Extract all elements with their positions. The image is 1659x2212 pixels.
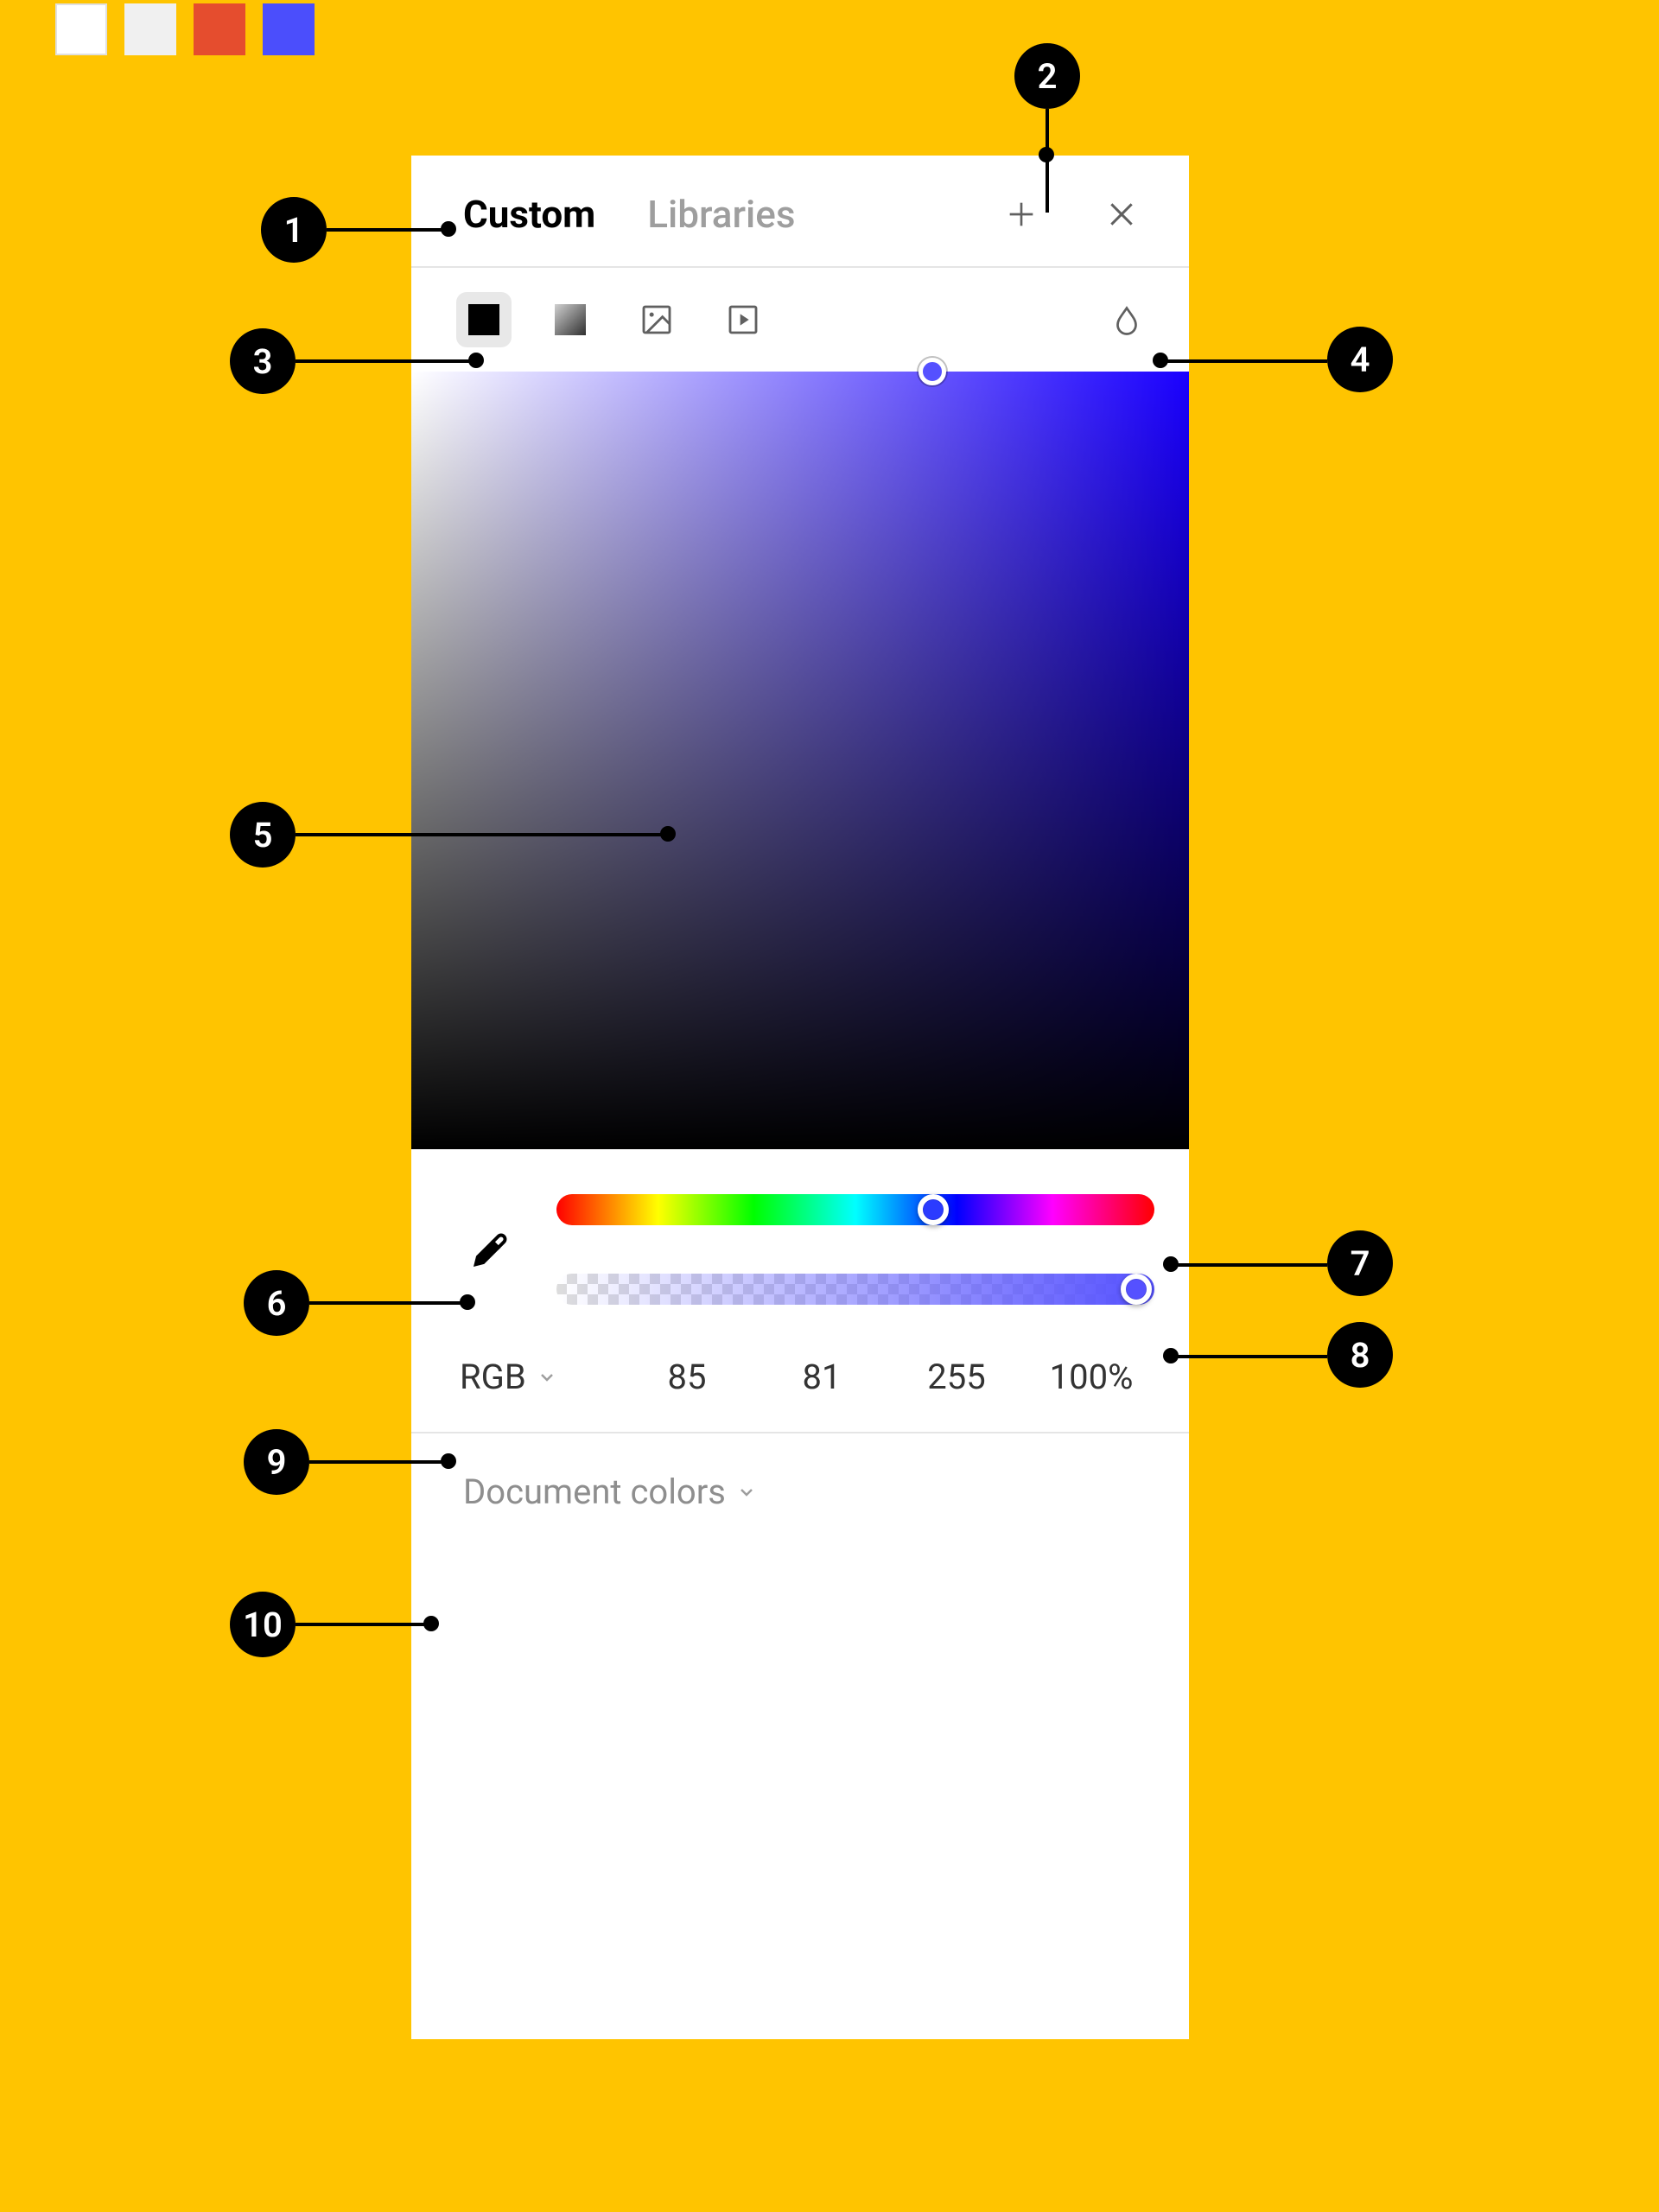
value-g[interactable]: 81 <box>759 1357 885 1397</box>
callout-dot <box>441 221 456 237</box>
callout-line <box>296 1623 427 1626</box>
callout-line <box>296 359 472 363</box>
callout-2: 2 <box>1014 43 1080 109</box>
callout-line <box>309 1301 463 1305</box>
chevron-down-icon <box>537 1367 557 1388</box>
fill-image-button[interactable] <box>629 292 684 347</box>
color-model-dropdown[interactable]: RGB <box>460 1357 615 1397</box>
callout-3: 3 <box>230 328 296 394</box>
swatch-red[interactable] <box>194 3 245 55</box>
callout-6: 6 <box>244 1270 309 1336</box>
callout-7: 7 <box>1327 1230 1393 1296</box>
droplet-icon <box>1111 304 1142 335</box>
alpha-slider[interactable] <box>556 1274 1154 1305</box>
callout-9: 9 <box>244 1429 309 1495</box>
callout-dot <box>1039 147 1054 162</box>
fill-solid-button[interactable] <box>456 292 512 347</box>
value-r[interactable]: 85 <box>624 1357 750 1397</box>
close-button[interactable] <box>1097 190 1146 238</box>
callout-line <box>296 833 664 836</box>
alpha-handle[interactable] <box>1121 1274 1152 1305</box>
video-icon <box>726 302 760 337</box>
solid-icon <box>467 302 501 337</box>
callout-dot <box>1153 353 1168 368</box>
image-icon <box>639 302 674 337</box>
callout-line <box>309 1460 444 1464</box>
callout-dot <box>1163 1256 1179 1272</box>
swatch-row <box>0 0 1659 55</box>
color-model-label: RGB <box>460 1357 526 1397</box>
value-alpha[interactable]: 100% <box>1028 1357 1154 1397</box>
callout-dot <box>423 1616 439 1631</box>
callout-5: 5 <box>230 802 296 868</box>
chevron-down-icon <box>736 1482 757 1503</box>
callout-line <box>327 228 444 232</box>
blend-mode-button[interactable] <box>1099 292 1154 347</box>
fill-gradient-button[interactable] <box>543 292 598 347</box>
swatch-white[interactable] <box>55 3 107 55</box>
sliders <box>556 1194 1154 1305</box>
gradient-icon <box>553 302 588 337</box>
plus-icon <box>1004 197 1039 232</box>
tab-custom[interactable]: Custom <box>463 192 595 237</box>
callout-4: 4 <box>1327 327 1393 392</box>
slider-section <box>411 1149 1189 1322</box>
swatch-blue[interactable] <box>263 3 315 55</box>
callout-dot <box>460 1294 475 1310</box>
document-colors-dropdown[interactable]: Document colors <box>411 1433 1189 1536</box>
callout-dot <box>441 1453 456 1469</box>
eyedropper-icon <box>468 1227 513 1272</box>
fill-video-button[interactable] <box>715 292 771 347</box>
add-style-button[interactable] <box>997 190 1046 238</box>
fill-type-row <box>411 268 1189 372</box>
color-values-row: RGB 85 81 255 100% <box>411 1322 1189 1433</box>
hue-handle[interactable] <box>918 1194 949 1225</box>
callout-line <box>1165 359 1327 363</box>
callout-dot <box>660 826 676 842</box>
callout-dot <box>468 353 484 368</box>
callout-dot <box>1163 1348 1179 1363</box>
close-icon <box>1104 197 1139 232</box>
document-colors-label: Document colors <box>463 1471 726 1512</box>
saturation-brightness-canvas[interactable] <box>411 372 1189 1149</box>
callout-line <box>1175 1263 1327 1267</box>
tab-libraries[interactable]: Libraries <box>647 192 795 237</box>
color-picker-panel: Custom Libraries <box>411 156 1189 2039</box>
canvas-handle[interactable] <box>918 358 946 385</box>
callout-10: 10 <box>230 1592 296 1657</box>
tabs-row: Custom Libraries <box>411 156 1189 268</box>
hue-slider[interactable] <box>556 1194 1154 1225</box>
swatch-lightgray[interactable] <box>124 3 176 55</box>
callout-line <box>1175 1355 1327 1358</box>
callout-1: 1 <box>261 197 327 263</box>
eyedropper-button[interactable] <box>460 1227 522 1272</box>
callout-8: 8 <box>1327 1322 1393 1388</box>
value-b[interactable]: 255 <box>893 1357 1020 1397</box>
